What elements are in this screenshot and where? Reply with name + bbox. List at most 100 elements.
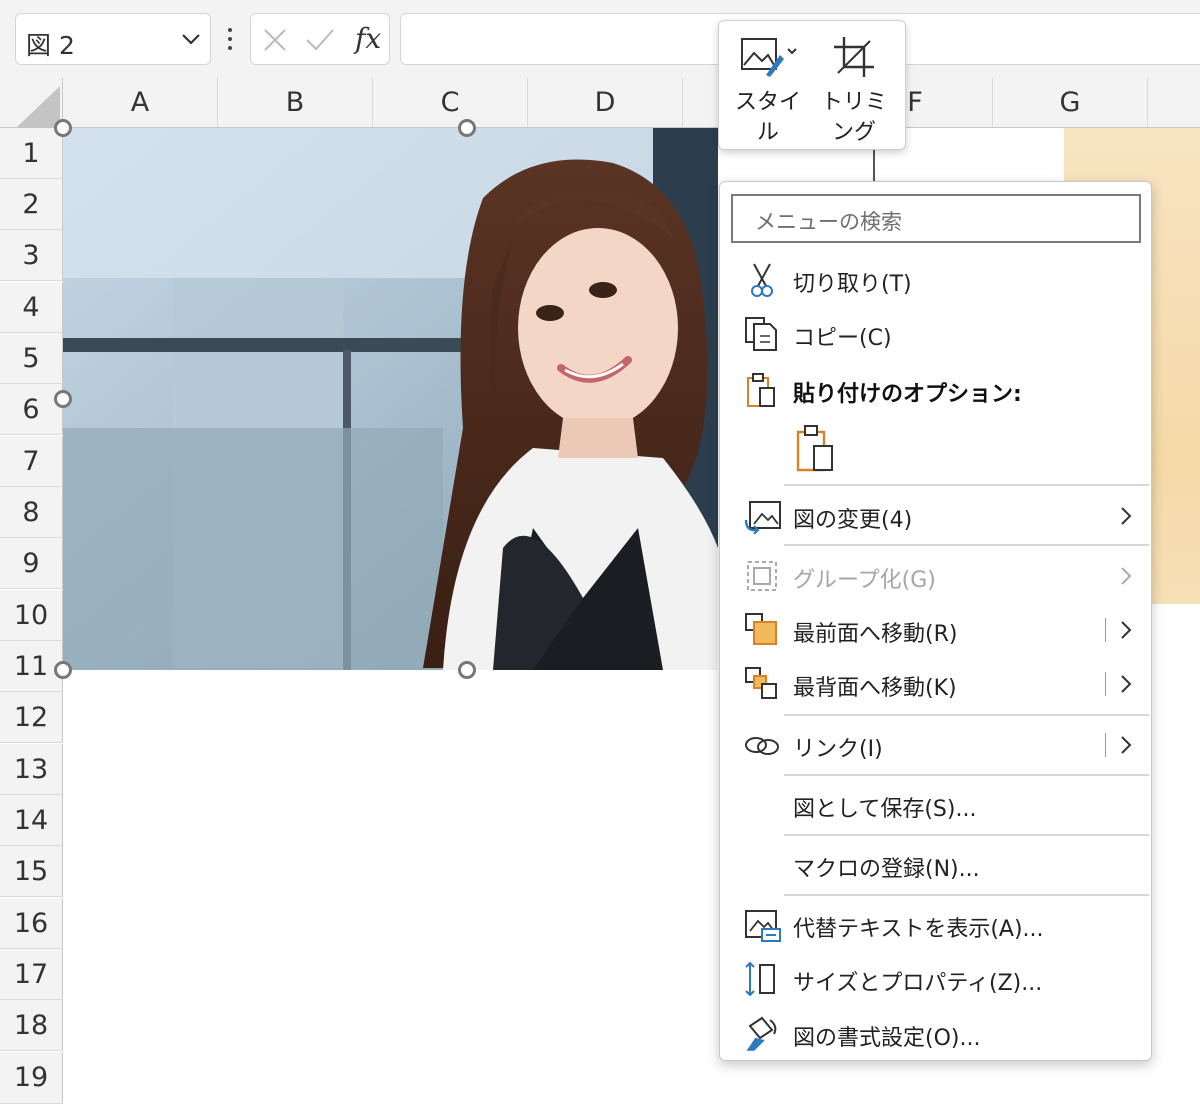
cut-label: 切り取り(T)	[793, 272, 912, 297]
chevron-down-icon	[182, 34, 200, 45]
more-options-icon[interactable]	[226, 28, 236, 54]
send-to-back-icon	[745, 667, 777, 699]
picture-style-icon	[741, 38, 797, 77]
scissors-icon	[751, 263, 773, 297]
menu-search-input[interactable]: メニューの検索	[731, 194, 1141, 243]
split-divider	[1105, 618, 1106, 642]
split-divider	[1105, 672, 1106, 696]
row-header-13[interactable]: 13	[0, 744, 63, 795]
group-label: グループ化(G)	[793, 568, 936, 593]
row-header-8[interactable]: 8	[0, 487, 63, 538]
style-button[interactable]: スタイ ル	[733, 35, 803, 148]
split-divider	[1105, 733, 1106, 757]
menu-item-group[interactable]: グループ化(G)	[720, 550, 1151, 602]
context-menu: メニューの検索 切り取り(T) コピー(C) 貼り付けのオプション: 図の変更(…	[719, 181, 1152, 1061]
menu-item-assign-macro[interactable]: マクロの登録(N)...	[720, 839, 1151, 891]
row-header-3[interactable]: 3	[0, 230, 63, 281]
menu-item-bring-to-front[interactable]: 最前面へ移動(R)	[720, 604, 1151, 656]
submenu-chevron-icon[interactable]	[1119, 735, 1133, 755]
menu-separator	[784, 484, 1149, 486]
bring-to-front-icon	[745, 613, 777, 645]
row-header-14[interactable]: 14	[0, 795, 63, 846]
menu-item-alt-text[interactable]: 代替テキストを表示(A)...	[720, 899, 1151, 951]
paste-options-label: 貼り付けのオプション:	[793, 382, 1022, 407]
format-picture-label: 図の書式設定(O)...	[793, 1026, 981, 1051]
group-icon	[747, 561, 777, 591]
menu-separator	[784, 544, 1149, 546]
bring-to-front-label: 最前面へ移動(R)	[793, 622, 958, 647]
change-picture-icon	[744, 501, 781, 534]
select-all-icon	[16, 86, 60, 128]
menu-separator	[784, 714, 1149, 716]
menu-item-link[interactable]: リンク(I)	[720, 719, 1151, 771]
style-label-1: スタイ	[734, 90, 801, 115]
menu-separator	[784, 774, 1149, 776]
cancel-icon[interactable]	[263, 28, 287, 52]
enter-check-icon[interactable]	[305, 28, 335, 52]
column-header-d[interactable]: D	[528, 78, 683, 128]
row-header-17[interactable]: 17	[0, 949, 63, 1000]
menu-item-copy[interactable]: コピー(C)	[720, 308, 1151, 360]
size-properties-label: サイズとプロパティ(Z)...	[793, 971, 1043, 996]
menu-item-send-to-back[interactable]: 最背面へ移動(K)	[720, 658, 1151, 710]
row-header-10[interactable]: 10	[0, 590, 63, 641]
paste-clipboard-icon	[796, 425, 833, 472]
row-header-12[interactable]: 12	[0, 692, 63, 743]
menu-item-save-as-picture[interactable]: 図として保存(S)...	[720, 779, 1151, 831]
column-header-c[interactable]: C	[373, 78, 528, 128]
portrait-photo	[63, 128, 718, 670]
row-header-1[interactable]: 1	[0, 128, 63, 179]
resize-handle-top-left[interactable]	[54, 119, 72, 137]
row-header-7[interactable]: 7	[0, 436, 63, 487]
paste-picture-button[interactable]	[792, 422, 844, 474]
menu-item-size-properties[interactable]: サイズとプロパティ(Z)...	[720, 953, 1151, 1005]
menu-item-cut[interactable]: 切り取り(T)	[720, 254, 1151, 306]
resize-handle-bottom-middle[interactable]	[458, 661, 476, 679]
column-header-b[interactable]: B	[218, 78, 373, 128]
row-header-18[interactable]: 18	[0, 1000, 63, 1051]
submenu-chevron-icon[interactable]	[1119, 674, 1133, 694]
row-header-19[interactable]: 19	[0, 1052, 63, 1104]
row-header-4[interactable]: 4	[0, 282, 63, 333]
row-header-16[interactable]: 16	[0, 898, 63, 949]
resize-handle-bottom-left[interactable]	[54, 661, 72, 679]
row-header-2[interactable]: 2	[0, 179, 63, 230]
menu-item-change-picture[interactable]: 図の変更(4)	[720, 490, 1151, 542]
insert-function-icon[interactable]: fx	[355, 22, 381, 55]
column-header-g[interactable]: G	[993, 78, 1148, 128]
submenu-chevron-icon	[1121, 567, 1132, 585]
name-box-value: 図 2	[26, 31, 75, 60]
row-header-5[interactable]: 5	[0, 333, 63, 384]
row-header-6[interactable]: 6	[0, 384, 63, 435]
name-box[interactable]: 図 2	[15, 13, 211, 65]
crop-label: トリミング	[820, 90, 887, 145]
row-header-9[interactable]: 9	[0, 538, 63, 589]
mini-toolbar: スタイ ル トリミング	[718, 20, 906, 150]
save-as-picture-label: 図として保存(S)...	[793, 797, 977, 822]
alt-text-label: 代替テキストを表示(A)...	[793, 917, 1044, 942]
column-header-a[interactable]: A	[63, 78, 218, 128]
select-all-corner[interactable]	[0, 78, 63, 128]
selected-picture[interactable]	[63, 128, 718, 670]
assign-macro-label: マクロの登録(N)...	[793, 857, 980, 882]
change-picture-label: 図の変更(4)	[793, 508, 913, 533]
copy-icon	[745, 317, 777, 351]
picture-border-right	[873, 150, 875, 182]
resize-handle-top-middle[interactable]	[458, 119, 476, 137]
submenu-chevron-icon	[1121, 507, 1132, 525]
style-label-2: ル	[756, 120, 779, 145]
alt-text-icon	[745, 910, 781, 942]
row-header-15[interactable]: 15	[0, 846, 63, 897]
crop-icon	[834, 37, 874, 77]
menu-separator	[784, 894, 1149, 896]
column-header-h[interactable]	[1148, 78, 1200, 128]
menu-item-format-picture[interactable]: 図の書式設定(O)...	[720, 1008, 1151, 1060]
resize-handle-middle-left[interactable]	[54, 390, 72, 408]
menu-search-placeholder: メニューの検索	[755, 210, 902, 234]
submenu-chevron-icon[interactable]	[1119, 620, 1133, 640]
menu-item-paste-options: 貼り付けのオプション:	[720, 364, 1151, 416]
link-icon	[745, 737, 779, 755]
clipboard-icon	[747, 373, 775, 407]
crop-button[interactable]: トリミング	[811, 35, 897, 148]
menu-separator	[784, 834, 1149, 836]
